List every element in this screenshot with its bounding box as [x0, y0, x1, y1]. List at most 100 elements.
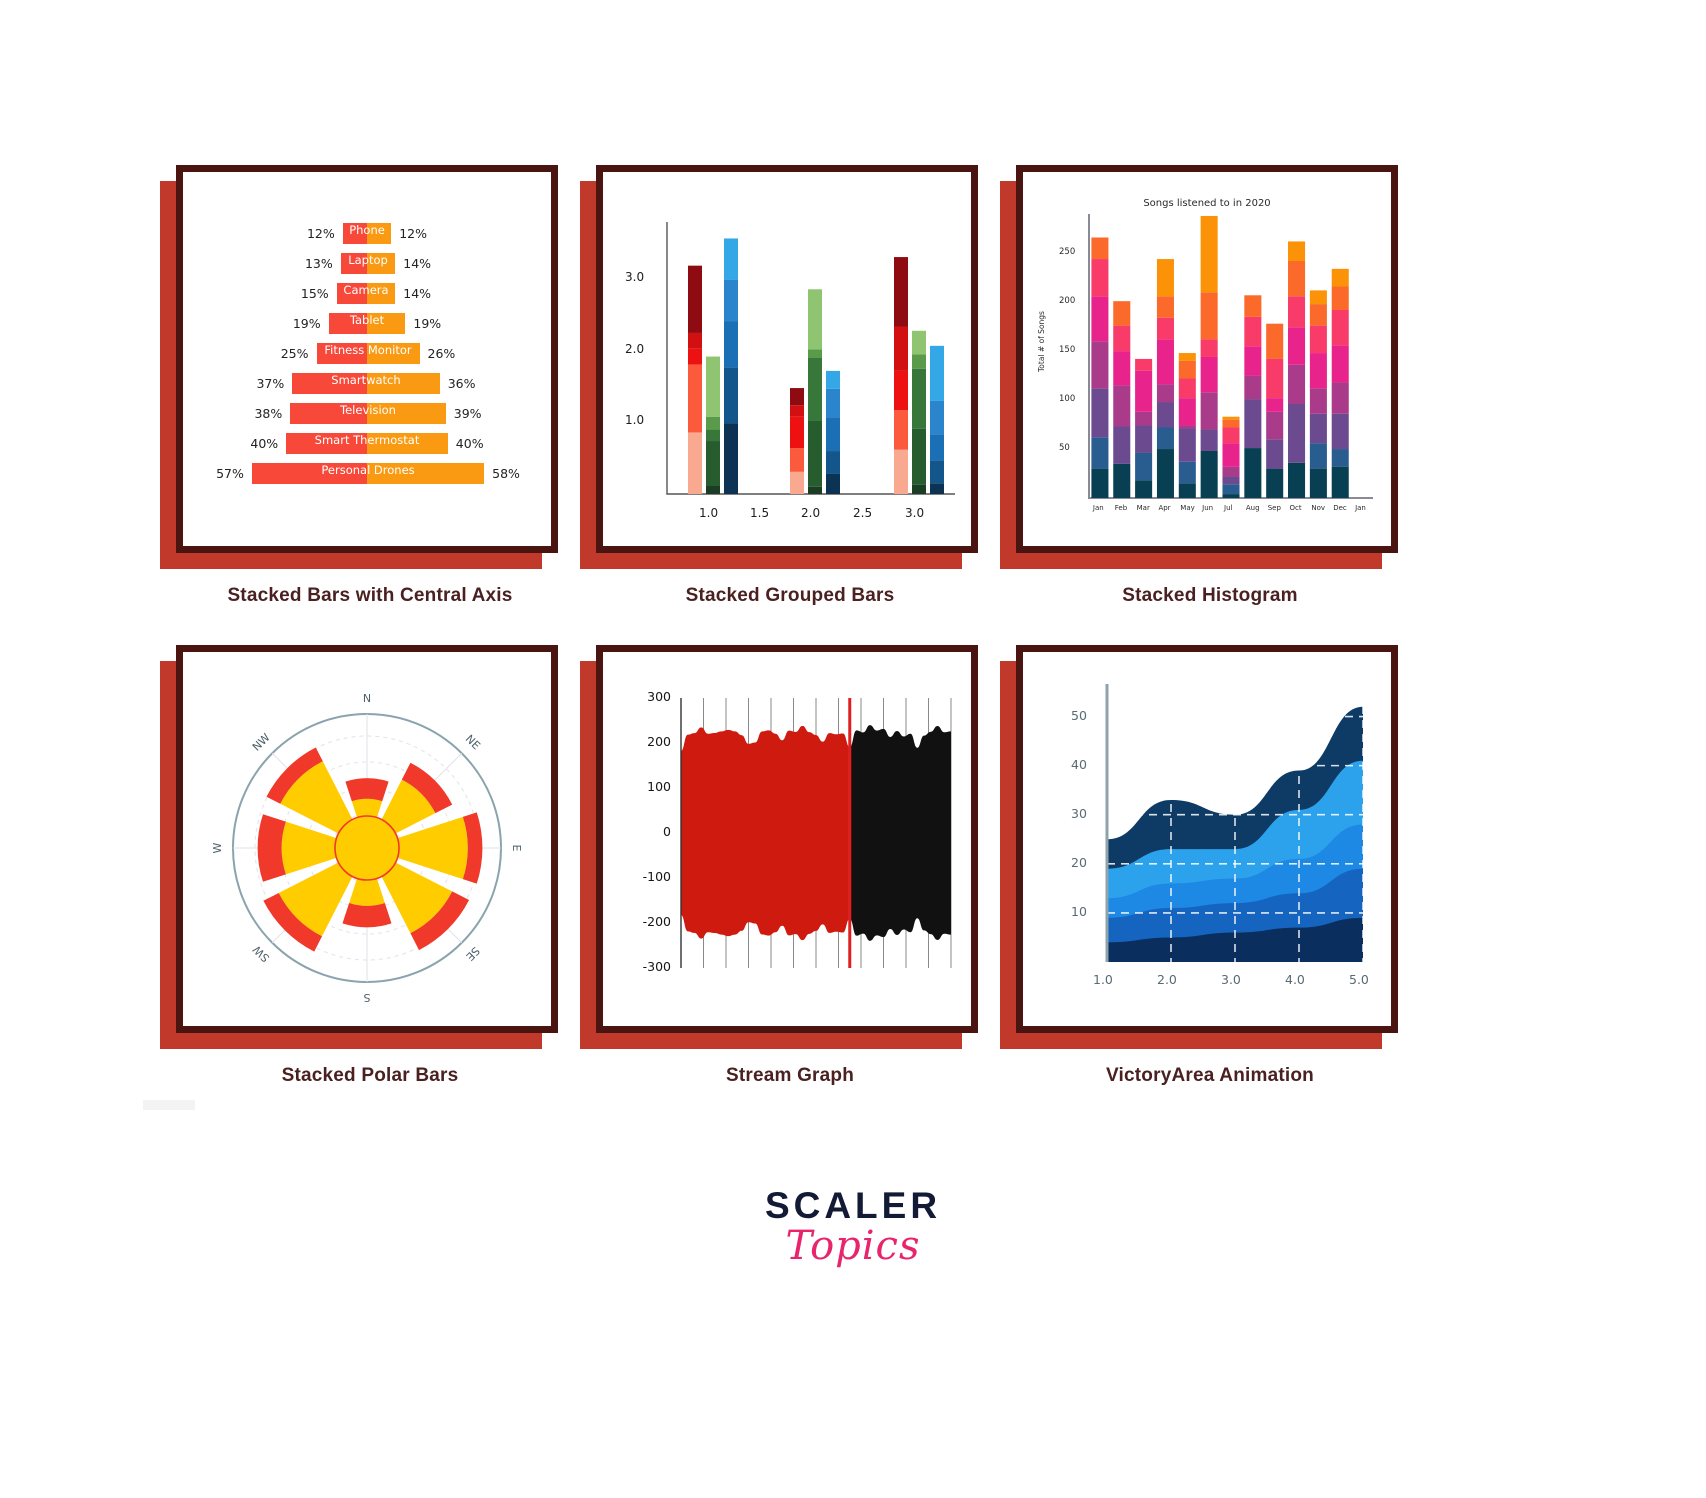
polar-direction-label: SE — [463, 944, 482, 963]
card-frame: 300 200 100 0 -100 -200 -300 — [596, 645, 978, 1033]
histogram-bar-segment — [1178, 425, 1196, 429]
stacked-bar-segment — [808, 486, 822, 494]
card-caption: Stacked Bars with Central Axis — [227, 585, 513, 606]
histogram-bar-segment — [1331, 466, 1349, 498]
x-axis-tick-label: 5.0 — [1349, 972, 1369, 987]
stacked-bar-segment — [912, 330, 926, 355]
bar-segment-left — [316, 342, 367, 364]
chart-card-stacked-bars-central-axis[interactable]: 12% Phone 12% 13% Laptop 14% 15% Camera 14% 19% Ta… — [160, 165, 580, 645]
polar-outer-wedge — [342, 902, 392, 928]
bar-segment-right — [367, 372, 440, 394]
bar-left-value: 38% — [254, 405, 283, 421]
stacked-bar-segment — [894, 326, 908, 371]
bar-segment-left — [342, 222, 367, 244]
polar-bar-chart: N NE E SE S SW W NW — [183, 652, 551, 1026]
x-axis-tick-label: 2.0 — [1157, 972, 1177, 987]
right-spacer: 58% — [484, 466, 520, 481]
stacked-bar-segment — [724, 238, 738, 280]
card-caption: Stacked Polar Bars — [281, 1065, 459, 1086]
page-root: 12% Phone 12% 13% Laptop 14% 15% Camera 14% 19% Ta… — [0, 0, 1706, 1498]
histogram-bar-segment — [1244, 316, 1262, 347]
bar-right-value: 14% — [403, 285, 432, 301]
card-caption: Stacked Histogram — [1122, 585, 1298, 606]
bar-right-value: 14% — [403, 255, 432, 271]
right-spacer: 12% — [391, 226, 487, 241]
polar-inner-wedge — [351, 798, 383, 818]
y-axis-tick-label: 30 — [1071, 805, 1087, 821]
diverging-bar-row: 19% Tablet 19% — [183, 310, 551, 336]
polar-direction-label: NE — [463, 732, 483, 752]
chart-card-stream-graph[interactable]: 300 200 100 0 -100 -200 -300 Stream Graph — [580, 645, 1000, 1125]
histogram-bar-segment — [1222, 476, 1240, 485]
histogram-bar-segment — [1288, 296, 1306, 328]
bar-pair: Laptop — [340, 252, 396, 274]
histogram-bar-segment — [1113, 325, 1131, 352]
bar-right-value: 39% — [453, 405, 482, 421]
histogram-bar-segment — [1091, 237, 1109, 260]
chart-card-victoryarea-animation[interactable]: 10 20 30 40 50 1.0 2.0 3.0 4.0 5.0 VictoryArea An… — [1000, 645, 1420, 1125]
card-frame: Songs listened to in 2020 Total # of Son… — [1016, 165, 1398, 553]
histogram-svg — [1088, 214, 1373, 499]
bar-left-value: 12% — [306, 225, 335, 241]
histogram-bar-segment — [1200, 292, 1218, 340]
right-spacer: 26% — [420, 346, 487, 361]
left-spacer: 40% — [247, 436, 286, 451]
bar-left-value: 37% — [256, 375, 285, 391]
card-caption: VictoryArea Animation — [1106, 1065, 1314, 1086]
chart-card-stacked-histogram[interactable]: Songs listened to in 2020 Total # of Son… — [1000, 165, 1420, 645]
x-axis-month-label: Dec — [1333, 504, 1347, 512]
histogram-bar-segment — [1135, 480, 1153, 498]
bar-right-value: 40% — [455, 435, 484, 451]
histogram-bar-segment — [1331, 449, 1349, 467]
bar-right-value: 36% — [447, 375, 476, 391]
histogram-bar-segment — [1309, 413, 1327, 444]
histogram-bar-segment — [1309, 353, 1327, 389]
diverging-bar-row: 57% Personal Drones 58% — [183, 460, 551, 486]
bar-left-value: 15% — [300, 285, 329, 301]
chart-2-canvas: 1.0 2.0 3.0 1.0 1.5 2.0 2.5 3.0 — [603, 172, 971, 546]
logo-primary-text: SCALER — [764, 1185, 942, 1226]
diverging-bar-row: 38% Television 39% — [183, 400, 551, 426]
stacked-bar-segment — [790, 471, 804, 494]
bar-segment-right — [367, 462, 485, 484]
stacked-bar-segment — [688, 432, 702, 494]
bar-segment-right — [367, 312, 406, 334]
y-axis-tick-label: -100 — [642, 869, 671, 884]
histogram-bar-segment — [1288, 364, 1306, 404]
stacked-bar-segment — [790, 388, 804, 406]
histogram-bar-segment — [1091, 468, 1109, 498]
right-spacer: 39% — [446, 406, 487, 421]
polar-chart-svg: N NE E SE S SW W NW — [211, 692, 523, 1004]
logo-secondary-text: Topics — [785, 1223, 921, 1269]
x-axis-tick-label: 1.5 — [750, 506, 770, 520]
histogram-bar-segment — [1288, 241, 1306, 262]
stacked-bar-segment — [930, 483, 944, 494]
stacked-bar-segment — [826, 473, 840, 494]
left-spacer: 25% — [247, 346, 317, 361]
left-spacer: 37% — [247, 376, 292, 391]
histogram-bar-segment — [1113, 426, 1131, 464]
histogram-bar-segment — [1309, 443, 1327, 469]
histogram-bar-segment — [1135, 452, 1153, 481]
stacked-bar-segment — [826, 451, 840, 474]
x-axis-tick-label: 3.0 — [1221, 972, 1241, 987]
histogram-bar-segment — [1178, 360, 1196, 379]
histogram-bar-segment — [1113, 301, 1131, 326]
stacked-bar-segment — [706, 429, 720, 442]
right-spacer: 14% — [395, 256, 487, 271]
stacked-bar-segment — [894, 370, 908, 411]
histogram-bar-segment — [1113, 385, 1131, 427]
card-frame: 10 20 30 40 50 1.0 2.0 3.0 4.0 5.0 — [1016, 645, 1398, 1033]
histogram-bar-segment — [1331, 382, 1349, 414]
bar-right-value: 19% — [413, 315, 442, 331]
chart-card-stacked-grouped-bars[interactable]: 1.0 2.0 3.0 1.0 1.5 2.0 2.5 3.0 Stacked Grouped… — [580, 165, 1000, 645]
bar-pair: Camera — [336, 282, 396, 304]
card-caption: Stream Graph — [725, 1065, 855, 1086]
stacked-bar-segment — [894, 449, 908, 494]
stacked-bar-segment — [930, 460, 944, 484]
chart-card-stacked-polar-bars[interactable]: N NE E SE S SW W NW Stacked Polar Bars — [160, 645, 580, 1125]
histogram-bar-segment — [1309, 468, 1327, 498]
stacked-bar-segment — [894, 410, 908, 450]
histogram-bar-segment — [1331, 268, 1349, 287]
diverging-bar-row: 25% Fitness Monitor 26% — [183, 340, 551, 366]
